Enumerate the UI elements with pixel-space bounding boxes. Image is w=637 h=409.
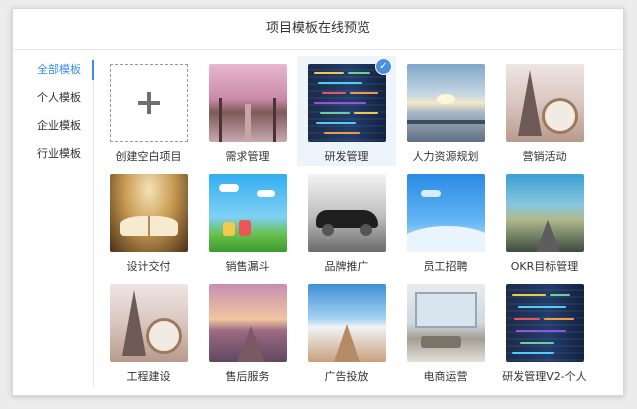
template-thumbnail: [208, 64, 287, 142]
sidebar-item-all[interactable]: 全部模板: [13, 56, 94, 84]
template-thumbnail: [307, 284, 386, 362]
template-card-advertising[interactable]: 广告投放: [297, 276, 396, 386]
template-label: OKR目标管理: [510, 260, 579, 273]
template-thumbnail: [505, 284, 584, 362]
template-label: 广告投放: [324, 370, 369, 383]
template-card-marketing[interactable]: 营销活动: [495, 56, 594, 166]
template-label: 电商运营: [423, 370, 468, 383]
template-thumbnail: [208, 174, 287, 252]
template-card-okr[interactable]: OKR目标管理: [495, 166, 594, 276]
template-card-sales-funnel[interactable]: 销售漏斗: [198, 166, 297, 276]
template-thumbnail: [307, 174, 386, 252]
template-card-recruitment[interactable]: 员工招聘: [396, 166, 495, 276]
template-label: 售后服务: [225, 370, 270, 383]
template-thumbnail: [307, 64, 386, 142]
template-card-design-delivery[interactable]: 设计交付: [99, 166, 198, 276]
template-card-rd-management[interactable]: ✓ 研发管理: [297, 56, 396, 166]
template-grid: 创建空白项目 需求管理 ✓ 研发管理 人力资源规划 营销活动 设计交付 销售漏斗…: [99, 56, 599, 386]
template-label: 人力资源规划: [412, 150, 479, 163]
sidebar-item-enterprise[interactable]: 企业模板: [13, 112, 93, 140]
checkmark-icon: ✓: [375, 58, 392, 75]
template-card-brand-promotion[interactable]: 品牌推广: [297, 166, 396, 276]
template-label: 工程建设: [126, 370, 171, 383]
template-thumbnail: [109, 174, 188, 252]
template-thumbnail: [406, 284, 485, 362]
template-card-create-blank[interactable]: 创建空白项目: [99, 56, 198, 166]
template-label: 创建空白项目: [115, 150, 182, 163]
template-label: 需求管理: [225, 150, 270, 163]
template-preview-dialog: 项目模板在线预览 全部模板 个人模板 企业模板 行业模板 创建空白项目 需求管理: [12, 8, 624, 396]
template-thumbnail: [406, 64, 485, 142]
template-card-ecommerce[interactable]: 电商运营: [396, 276, 495, 386]
template-card-hr-planning[interactable]: 人力资源规划: [396, 56, 495, 166]
template-label: 营销活动: [522, 150, 567, 163]
template-card-after-sales[interactable]: 售后服务: [198, 276, 297, 386]
template-card-construction[interactable]: 工程建设: [99, 276, 198, 386]
template-label: 研发管理: [324, 150, 369, 163]
sidebar-item-industry[interactable]: 行业模板: [13, 140, 93, 168]
template-label: 员工招聘: [423, 260, 468, 273]
sidebar-item-personal[interactable]: 个人模板: [13, 84, 93, 112]
template-label: 设计交付: [126, 260, 171, 273]
template-label: 研发管理V2-个人: [502, 370, 587, 383]
template-thumbnail: [406, 174, 485, 252]
template-thumbnail: [505, 174, 584, 252]
template-thumbnail: [109, 284, 188, 362]
blank-project-placeholder[interactable]: [109, 64, 188, 142]
dialog-title: 项目模板在线预览: [13, 9, 623, 50]
template-card-rd-management-v2[interactable]: 研发管理V2-个人: [495, 276, 594, 386]
template-thumbnail: [208, 284, 287, 362]
template-category-sidebar: 全部模板 个人模板 企业模板 行业模板: [13, 56, 94, 386]
template-card-requirements[interactable]: 需求管理: [198, 56, 297, 166]
plus-icon: [137, 92, 160, 114]
template-label: 销售漏斗: [225, 260, 270, 273]
template-thumbnail: [505, 64, 584, 142]
template-label: 品牌推广: [324, 260, 369, 273]
